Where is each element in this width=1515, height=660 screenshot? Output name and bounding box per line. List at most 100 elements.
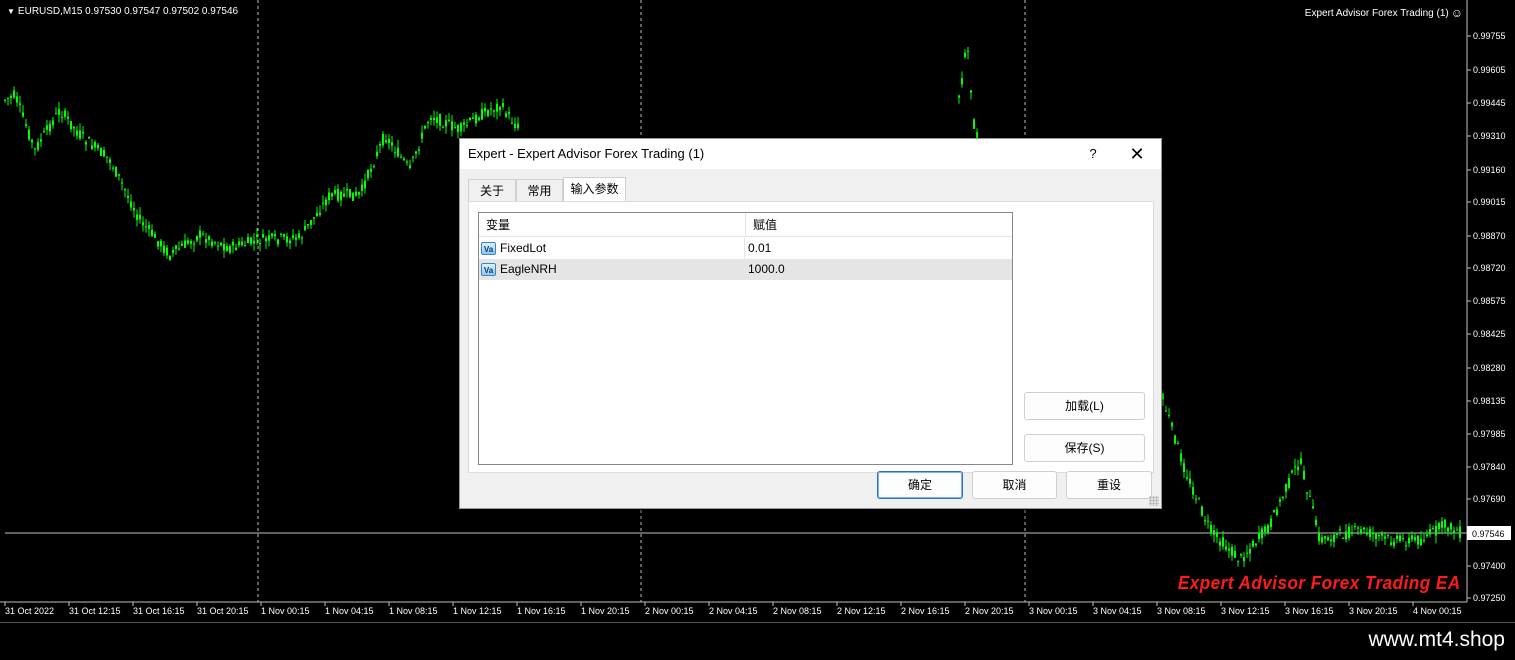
cancel-button[interactable]: 取消	[972, 471, 1057, 499]
reset-button[interactable]: 重设	[1066, 471, 1152, 499]
price-label: 0.97985	[1473, 429, 1506, 439]
candle-body	[223, 243, 225, 251]
candle-body	[169, 255, 171, 260]
candle-body	[967, 50, 969, 52]
resize-grip-icon[interactable]	[1149, 496, 1159, 506]
candle-body	[1324, 536, 1326, 539]
candle-body	[1276, 509, 1278, 516]
candle-body	[235, 247, 237, 251]
candle-body	[367, 169, 369, 179]
table-row[interactable]: Va EagleNRH 1000.0	[479, 259, 1012, 280]
candle-body	[196, 235, 198, 241]
candle-body	[415, 151, 417, 154]
candle-body	[1255, 543, 1257, 546]
candle-body	[400, 156, 402, 158]
candle-body	[1321, 537, 1323, 543]
candle-body	[7, 97, 9, 99]
footer-bar: www.mt4.shop	[0, 622, 1515, 660]
tab-common[interactable]: 常用	[516, 179, 563, 201]
candle-body	[1180, 453, 1182, 462]
time-label: 3 Nov 16:15	[1285, 606, 1334, 616]
ok-button[interactable]: 确定	[877, 471, 963, 499]
candle-body	[154, 233, 156, 238]
candle-body	[226, 246, 228, 252]
candle-body	[442, 127, 444, 129]
candle-body	[139, 214, 141, 220]
candle-body	[10, 95, 12, 99]
candle-body	[1384, 536, 1386, 539]
candle-body	[1453, 530, 1455, 534]
candle-body	[22, 112, 24, 117]
candle-body	[406, 161, 408, 163]
candle-body	[118, 174, 120, 176]
load-button[interactable]: 加载(L)	[1024, 392, 1145, 420]
save-button[interactable]: 保存(S)	[1024, 434, 1145, 462]
candle-body	[964, 52, 966, 58]
candle-body	[43, 131, 45, 133]
candle-body	[247, 237, 249, 244]
candle-body	[238, 241, 240, 246]
price-label: 0.98135	[1473, 396, 1506, 406]
variable-icon: Va	[481, 263, 496, 276]
candle-body	[1345, 531, 1347, 540]
price-label: 0.98280	[1473, 363, 1506, 373]
price-label: 0.99310	[1473, 131, 1506, 141]
column-header-variable[interactable]: 变量	[479, 213, 746, 237]
column-header-value[interactable]: 赋值	[746, 213, 1012, 237]
dialog-titlebar[interactable]: Expert - Expert Advisor Forex Trading (1…	[460, 139, 1161, 169]
candle-body	[1231, 547, 1233, 556]
param-value[interactable]: 1000.0	[748, 259, 785, 280]
candle-body	[469, 117, 471, 121]
time-label: 3 Nov 12:15	[1221, 606, 1270, 616]
candle-body	[1234, 551, 1236, 558]
candle-body	[388, 138, 390, 144]
close-button[interactable]: ✕	[1122, 143, 1152, 165]
time-label: 2 Nov 04:15	[709, 606, 758, 616]
candle-body	[1390, 542, 1392, 545]
candle-body	[229, 246, 231, 253]
candle-body	[184, 240, 186, 248]
candle-body	[409, 165, 411, 169]
table-row[interactable]: Va FixedLot 0.01	[479, 238, 1012, 259]
candle-body	[1264, 526, 1266, 532]
price-label: 0.99605	[1473, 65, 1506, 75]
candle-body	[1261, 528, 1263, 539]
candle-body	[436, 117, 438, 123]
tab-about[interactable]: 关于	[468, 179, 516, 201]
candle-body	[172, 250, 174, 253]
candle-body	[493, 110, 495, 112]
candle-body	[1309, 496, 1311, 498]
candle-body	[160, 240, 162, 247]
candle-body	[424, 125, 426, 129]
time-label: 2 Nov 16:15	[901, 606, 950, 616]
price-label: 0.98425	[1473, 329, 1506, 339]
candle-body	[958, 95, 960, 98]
candle-body	[502, 103, 504, 107]
candle-body	[88, 136, 90, 139]
candle-body	[19, 103, 21, 105]
candle-body	[1354, 525, 1356, 527]
candle-body	[514, 123, 516, 129]
candle-body	[325, 199, 327, 206]
candle-body	[94, 142, 96, 148]
help-button[interactable]: ?	[1078, 143, 1108, 165]
time-label: 2 Nov 00:15	[645, 606, 694, 616]
candle-body	[157, 241, 159, 247]
param-value[interactable]: 0.01	[748, 238, 771, 259]
parameter-table[interactable]: 变量 赋值 Va FixedLot 0.01 Va EagleNRH 1000.…	[478, 212, 1013, 465]
candle-body	[418, 149, 420, 151]
ea-indicator[interactable]: Expert Advisor Forex Trading (1) ☺	[1305, 6, 1463, 20]
time-label: 1 Nov 16:15	[517, 606, 566, 616]
candle-body	[166, 247, 168, 256]
candle-body	[1435, 525, 1437, 536]
candle-body	[340, 191, 342, 201]
dropdown-triangle-icon[interactable]: ▼	[7, 7, 15, 16]
candle-body	[1237, 560, 1239, 562]
candle-body	[391, 142, 393, 146]
tab-inputs[interactable]: 输入参数	[563, 177, 626, 202]
candle-body	[100, 148, 102, 156]
candle-body	[262, 234, 264, 238]
candle-body	[1294, 466, 1296, 468]
candle-body	[457, 124, 459, 132]
candle-body	[178, 248, 180, 250]
